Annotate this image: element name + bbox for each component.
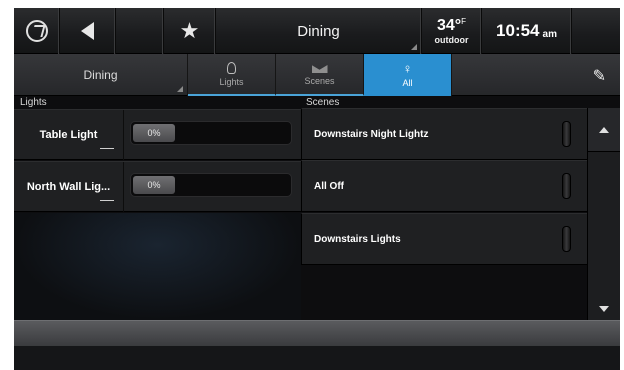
dropdown-corner-icon <box>177 86 183 92</box>
light-dimmer-slider[interactable]: 0% <box>130 121 292 145</box>
logo-icon <box>25 20 48 42</box>
app-screen: ★ Dining 34°F outdoor 10:54 am Dining Li… <box>14 8 620 370</box>
room-select[interactable]: Dining <box>14 54 188 96</box>
time-value: 10:54 <box>496 21 540 40</box>
temperature-readout: 34°F <box>437 17 466 35</box>
star-icon: ★ <box>179 18 200 43</box>
light-name[interactable]: North Wall Lig... <box>14 162 124 212</box>
tab-lights[interactable]: Lights <box>188 54 276 96</box>
scene-row[interactable]: All Off <box>301 160 587 212</box>
light-indicator <box>100 200 114 201</box>
clock: 10:54 am <box>482 8 572 54</box>
light-row: Table Light 0% <box>14 109 301 160</box>
chevron-down-icon <box>599 306 609 312</box>
tab-bar: Dining Lights Scenes ♀ All ✎ <box>14 54 620 96</box>
scene-row[interactable]: Downstairs Night Lightz <box>301 108 587 160</box>
dropdown-corner-icon <box>411 44 417 50</box>
time-ampm: am <box>542 28 557 40</box>
top-bar: ★ Dining 34°F outdoor 10:54 am <box>14 8 620 54</box>
temperature-unit: F <box>461 17 467 26</box>
scroll-up-button[interactable] <box>588 108 620 152</box>
temperature-label: outdoor <box>434 35 469 45</box>
tab-label: Lights <box>219 76 244 87</box>
tab-all[interactable]: ♀ All <box>364 54 452 96</box>
light-row: North Wall Lig... 0% <box>14 161 301 212</box>
scene-toggle[interactable] <box>562 173 571 199</box>
home-logo-button[interactable] <box>14 8 60 54</box>
light-indicator <box>100 148 114 149</box>
back-arrow-icon <box>81 22 94 40</box>
bulb-icon <box>227 61 236 74</box>
back-button[interactable] <box>60 8 116 54</box>
scene-row[interactable]: Downstairs Lights <box>301 213 587 265</box>
scene-name: Downstairs Night Lightz <box>314 128 429 140</box>
favorites-button[interactable]: ★ <box>164 8 216 54</box>
light-name[interactable]: Table Light <box>14 110 124 160</box>
lights-heading: Lights <box>20 97 47 108</box>
bottom-strip <box>14 346 620 370</box>
light-dimmer-slider[interactable]: 0% <box>130 173 292 197</box>
scroll-down-button[interactable] <box>588 298 620 320</box>
weather-button[interactable]: 34°F outdoor <box>422 8 482 54</box>
scene-name: All Off <box>314 180 344 192</box>
blank-cell <box>116 8 164 54</box>
room-title: Dining <box>297 22 340 40</box>
tab-label: All <box>402 78 413 88</box>
edit-pencil-icon[interactable]: ✎ <box>593 66 606 86</box>
all-icon: ♀ <box>402 61 413 76</box>
blank-cell-end <box>572 8 620 54</box>
tab-scenes[interactable]: Scenes <box>276 54 364 96</box>
scene-name: Downstairs Lights <box>314 233 401 245</box>
chevron-up-icon <box>599 126 609 133</box>
room-select-label: Dining <box>83 68 118 82</box>
slider-handle[interactable]: 0% <box>133 176 175 194</box>
bottom-bar <box>14 320 620 346</box>
tab-label: Scenes <box>304 76 335 86</box>
scenes-icon <box>312 62 328 73</box>
scene-toggle[interactable] <box>562 226 571 252</box>
empty-area <box>14 213 301 320</box>
temperature-value: 34° <box>436 17 462 34</box>
room-title-button[interactable]: Dining <box>216 8 422 54</box>
slider-handle[interactable]: 0% <box>133 124 175 142</box>
scrollbar[interactable] <box>587 108 620 320</box>
scene-toggle[interactable] <box>562 121 571 147</box>
